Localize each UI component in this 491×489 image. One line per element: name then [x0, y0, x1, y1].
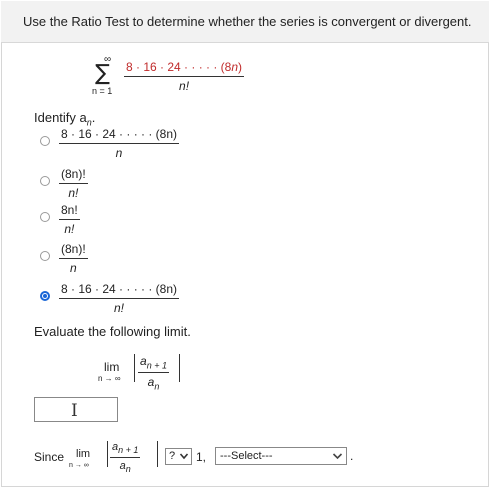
option-5-fraction: 8 · 16 · 24 · · · · · (8n) n! — [59, 282, 180, 315]
lim-approach: n → ∞ — [98, 374, 121, 383]
conclusion-abs-left — [107, 441, 108, 467]
chevron-down-icon — [179, 450, 189, 465]
comparison-select[interactable]: ? — [165, 448, 192, 465]
question-instruction: Use the Ratio Test to determine whether … — [23, 14, 472, 29]
sigma-symbol: ∑ — [95, 61, 110, 86]
text-cursor-icon: I — [71, 401, 78, 421]
option-2-fraction: (8n)! n! — [59, 167, 88, 200]
option-3-fraction: 8n! n! — [59, 203, 80, 236]
conclusion-lim: lim — [76, 448, 91, 460]
limit-prompt: Evaluate the following limit. — [34, 324, 191, 339]
comparison-value: ? — [169, 450, 176, 462]
option-1-fraction: 8 · 16 · 24 · · · · · (8n) n — [59, 127, 180, 160]
conclusion-fraction: an + 1 an — [110, 441, 141, 475]
radio-option-5[interactable] — [40, 291, 50, 301]
limit-fraction: an + 1 an — [138, 354, 169, 392]
radio-option-2[interactable] — [40, 176, 50, 186]
conclusion-approach: n → ∞ — [69, 462, 89, 469]
radio-option-1[interactable] — [40, 136, 50, 146]
radio-option-3[interactable] — [40, 212, 50, 222]
option-4-fraction: (8n)! n — [59, 242, 88, 275]
abs-bar-left — [134, 354, 135, 382]
convergence-select-value: ---Select--- — [220, 450, 273, 462]
identify-label: Identify an. — [34, 110, 96, 128]
series-denominator: n! — [179, 79, 190, 93]
convergence-select[interactable]: ---Select--- — [215, 447, 347, 465]
series-numerator: 8 · 16 · 24 · · · · · (8n) — [124, 60, 245, 77]
chevron-down-icon — [332, 450, 343, 465]
one-label: 1, — [196, 450, 207, 464]
radio-option-4[interactable] — [40, 251, 50, 261]
sigma-lower: n = 1 — [92, 86, 113, 96]
question-header: Use the Ratio Test to determine whether … — [1, 1, 489, 43]
lim-label: lim — [104, 360, 120, 374]
period-label: . — [350, 449, 354, 463]
abs-bar-right — [179, 354, 180, 382]
series-expression: ∞ ∑ n = 1 8 · 16 · 24 · · · · · (8n) n! — [92, 54, 272, 100]
series-fraction: 8 · 16 · 24 · · · · · (8n) n! — [124, 60, 245, 93]
conclusion-abs-right — [157, 441, 158, 467]
since-label: Since — [34, 450, 65, 464]
limit-expression: lim n → ∞ an + 1 an — [98, 352, 188, 392]
limit-answer-input[interactable]: I — [34, 397, 118, 422]
